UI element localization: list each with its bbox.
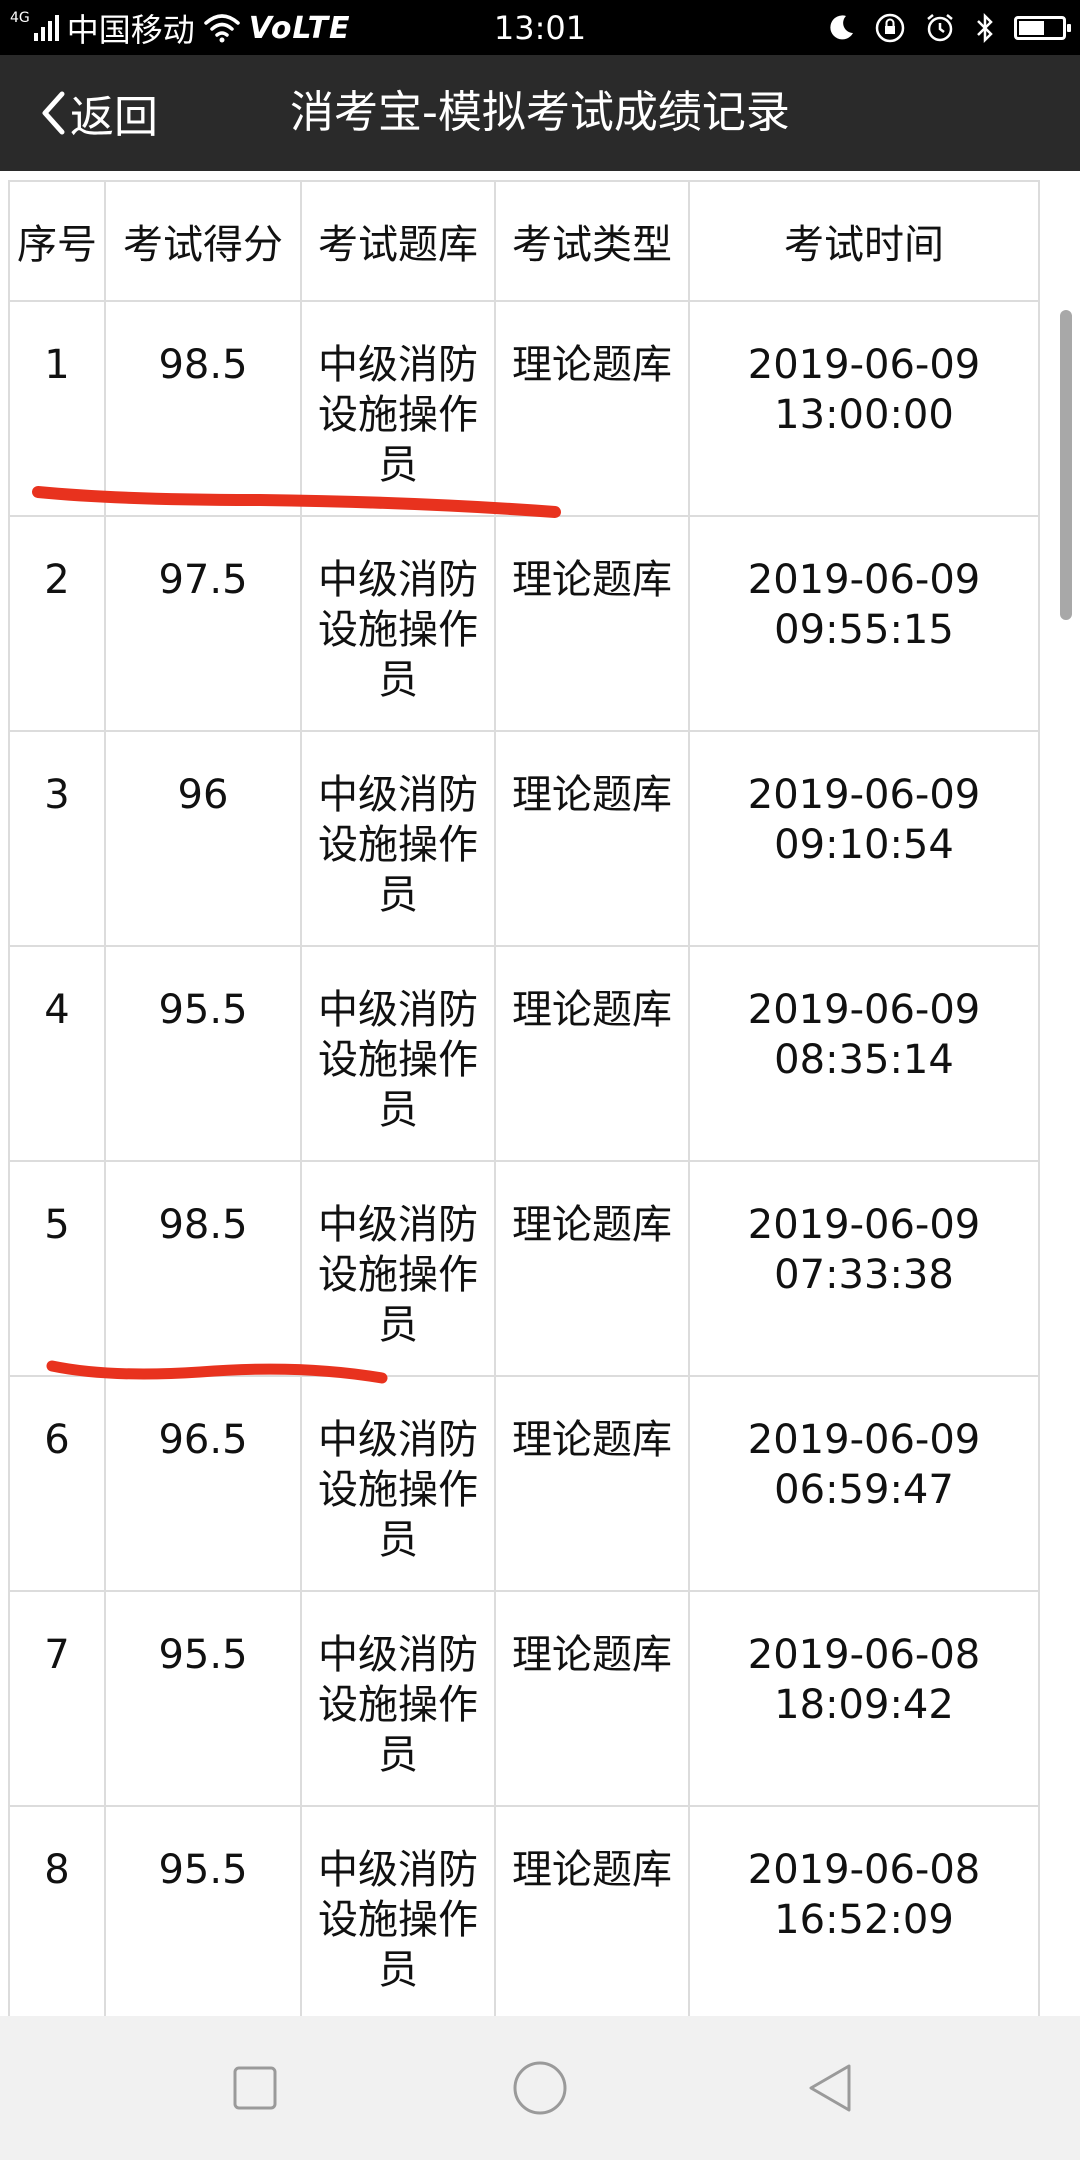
cell-clock: 08:35:14 [774,1037,954,1083]
cell-time: 2019-06-09 13:00:00 [688,300,1040,517]
cell-bank: 中级消防设施操作员 [300,945,496,1162]
recent-apps-icon [233,2066,277,2110]
cell-score: 95.5 [104,1805,302,2016]
cell-type: 理论题库 [494,1160,690,1377]
cell-clock: 09:10:54 [774,822,954,868]
cell-type: 理论题库 [494,515,690,732]
cell-date: 2019-06-09 [747,987,981,1033]
cell-clock: 09:55:15 [774,607,954,653]
cell-date: 2019-06-08 [747,1847,981,1893]
table-row[interactable]: 2 97.5 中级消防设施操作员 理论题库 2019-06-09 09:55:15 [8,515,1040,732]
cell-bank: 中级消防设施操作员 [300,300,496,517]
exam-records-table: 序号 考试得分 考试题库 考试类型 考试时间 1 98.5 中级消防设施操作员 … [8,180,1040,2016]
status-bar: 4G 中国移动 VoLTE 13:01 [0,0,1080,55]
cell-index: 5 [8,1160,106,1377]
cell-type: 理论题库 [494,1805,690,2016]
table-row[interactable]: 7 95.5 中级消防设施操作员 理论题库 2019-06-08 18:09:42 [8,1590,1040,1807]
cell-type: 理论题库 [494,730,690,947]
cell-index: 3 [8,730,106,947]
table-row[interactable]: 3 96 中级消防设施操作员 理论题库 2019-06-09 09:10:54 [8,730,1040,947]
cell-score: 95.5 [104,1590,302,1807]
cell-bank: 中级消防设施操作员 [300,1375,496,1592]
home-button[interactable] [510,2058,570,2118]
cell-score: 95.5 [104,945,302,1162]
cell-score: 96 [104,730,302,947]
status-right [826,8,1071,48]
battery-icon [1014,16,1071,40]
scrollbar[interactable] [1060,310,1072,620]
cell-bank: 中级消防设施操作员 [300,515,496,732]
table-header: 序号 考试得分 考试题库 考试类型 考试时间 [8,180,1040,302]
table-row[interactable]: 8 95.5 中级消防设施操作员 理论题库 2019-06-08 16:52:09 [8,1805,1040,2016]
cell-date: 2019-06-09 [747,1417,981,1463]
cell-clock: 18:09:42 [774,1682,954,1728]
cell-score: 97.5 [104,515,302,732]
cell-index: 2 [8,515,106,732]
cell-time: 2019-06-09 06:59:47 [688,1375,1040,1592]
cell-type: 理论题库 [494,1375,690,1592]
cell-index: 1 [8,300,106,517]
cell-score: 98.5 [104,1160,302,1377]
cell-time: 2019-06-09 09:55:15 [688,515,1040,732]
cell-clock: 16:52:09 [774,1897,954,1943]
cell-score: 96.5 [104,1375,302,1592]
cell-bank: 中级消防设施操作员 [300,730,496,947]
cell-clock: 06:59:47 [774,1467,954,1513]
home-icon [513,2061,567,2115]
moon-icon [830,15,853,40]
table-row[interactable]: 4 95.5 中级消防设施操作员 理论题库 2019-06-09 08:35:14 [8,945,1040,1162]
cell-type: 理论题库 [494,1590,690,1807]
table-row[interactable]: 6 96.5 中级消防设施操作员 理论题库 2019-06-09 06:59:47 [8,1375,1040,1592]
cell-time: 2019-06-08 18:09:42 [688,1590,1040,1807]
cell-date: 2019-06-09 [747,342,981,388]
back-nav-button[interactable] [800,2058,860,2118]
cell-date: 2019-06-08 [747,1632,981,1678]
column-header-score: 考试得分 [104,180,302,302]
cell-time: 2019-06-08 16:52:09 [688,1805,1040,2016]
cell-type: 理论题库 [494,945,690,1162]
back-triangle-icon [809,2064,851,2112]
cell-type: 理论题库 [494,300,690,517]
cell-bank: 中级消防设施操作员 [300,1805,496,2016]
system-nav-bar [0,2016,1080,2160]
cell-clock: 13:00:00 [774,392,954,438]
cell-score: 98.5 [104,300,302,517]
column-header-time: 考试时间 [688,180,1040,302]
cell-index: 6 [8,1375,106,1592]
table-body: 1 98.5 中级消防设施操作员 理论题库 2019-06-09 13:00:00… [8,300,1040,2016]
column-header-type: 考试类型 [494,180,690,302]
table-row[interactable]: 5 98.5 中级消防设施操作员 理论题库 2019-06-09 07:33:38 [8,1160,1040,1377]
table-row[interactable]: 1 98.5 中级消防设施操作员 理论题库 2019-06-09 13:00:00 [8,300,1040,517]
cell-clock: 07:33:38 [774,1252,954,1298]
cell-date: 2019-06-09 [747,1202,981,1248]
lock-rotation-icon [875,13,905,43]
cell-time: 2019-06-09 09:10:54 [688,730,1040,947]
cell-date: 2019-06-09 [747,557,981,603]
app-header: 返回 消考宝-模拟考试成绩记录 [0,55,1080,171]
column-header-index: 序号 [8,180,106,302]
cell-bank: 中级消防设施操作员 [300,1590,496,1807]
recent-apps-button[interactable] [225,2058,285,2118]
page-title: 消考宝-模拟考试成绩记录 [290,87,790,138]
cell-index: 8 [8,1805,106,2016]
header-row: 序号 考试得分 考试题库 考试类型 考试时间 [8,180,1040,302]
battery-level [1019,21,1045,35]
bluetooth-icon [977,12,993,44]
cell-index: 7 [8,1590,106,1807]
records-table-container[interactable]: 序号 考试得分 考试题库 考试类型 考试时间 1 98.5 中级消防设施操作员 … [8,180,1072,2016]
cell-bank: 中级消防设施操作员 [300,1160,496,1377]
alarm-icon [927,14,953,42]
cell-date: 2019-06-09 [747,772,981,818]
cell-index: 4 [8,945,106,1162]
cell-time: 2019-06-09 07:33:38 [688,1160,1040,1377]
cell-time: 2019-06-09 08:35:14 [688,945,1040,1162]
column-header-bank: 考试题库 [300,180,496,302]
